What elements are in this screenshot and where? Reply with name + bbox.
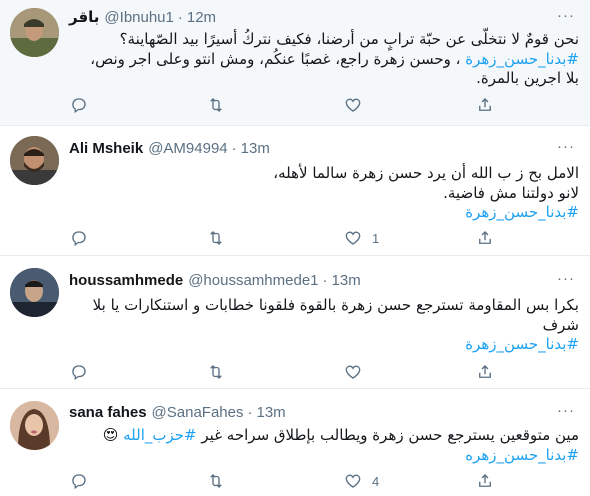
- separator-dot: ·: [247, 403, 253, 421]
- bearded-man-icon: [10, 136, 59, 185]
- share-button[interactable]: [468, 360, 502, 384]
- hashtag-link[interactable]: #بدنا_حسن_زهره: [69, 446, 579, 466]
- more-options-icon[interactable]: ···: [556, 139, 576, 156]
- retweet-button[interactable]: [199, 469, 336, 493]
- timestamp[interactable]: 13m: [332, 272, 361, 289]
- reply-icon: [62, 360, 96, 384]
- retweet-button[interactable]: [199, 93, 336, 117]
- author-handle[interactable]: @SanaFahes: [152, 404, 244, 421]
- heart-icon: [336, 360, 370, 384]
- tweet-line: لانو دولتنا مش فاضية.: [443, 183, 579, 202]
- avatar[interactable]: [10, 268, 59, 317]
- tweet-line: بكرا بس المقاومة تسترجع حسن زهرة بالقوة …: [92, 296, 579, 314]
- author-name[interactable]: باقر: [69, 8, 99, 26]
- like-button[interactable]: [336, 360, 473, 384]
- share-button[interactable]: [468, 469, 502, 493]
- tweet-text: بكرا بس المقاومة تسترجع حسن زهرة بالقوة …: [69, 296, 579, 355]
- retweet-icon: [199, 226, 233, 250]
- timeline-feed: باقر @Ibnuhu1 · 12m ··· نحن قومٌ لا نتخل…: [0, 0, 590, 496]
- tweet-header: Ali Msheik @AM94994 · 13m: [69, 138, 270, 158]
- avatar[interactable]: [10, 401, 59, 450]
- military-portrait-icon: [10, 8, 59, 57]
- tweet-text: نحن قومٌ لا نتخلّى عن حبّة ترابٍ من أرضن…: [69, 30, 579, 89]
- avatar[interactable]: [10, 136, 59, 185]
- man-portrait-icon: [10, 268, 59, 317]
- reply-button[interactable]: [62, 469, 199, 493]
- tweet-line: الامل بح ز ب الله أن يرد حسن زهرة سالما …: [273, 164, 579, 182]
- like-button[interactable]: 4: [336, 469, 473, 493]
- tweet-header: باقر @Ibnuhu1 · 12m: [69, 7, 216, 27]
- tweet-actions: [62, 360, 502, 384]
- hashtag-link[interactable]: #بدنا_حسن_زهرة: [69, 203, 579, 223]
- reply-button[interactable]: [62, 226, 199, 250]
- share-icon: [479, 231, 491, 244]
- author-handle[interactable]: @houssamhmede1: [188, 272, 318, 289]
- reply-button[interactable]: [62, 360, 199, 384]
- tweet-actions: 1: [62, 226, 502, 250]
- share-button[interactable]: [468, 93, 502, 117]
- more-options-icon[interactable]: ···: [556, 271, 576, 288]
- like-count: 4: [372, 473, 380, 489]
- like-button[interactable]: 1: [336, 226, 473, 250]
- retweet-icon: [199, 360, 233, 384]
- heart-icon: [336, 469, 370, 493]
- separator-dot: ·: [231, 139, 237, 157]
- avatar[interactable]: [10, 8, 59, 57]
- share-icon: [479, 98, 491, 111]
- timestamp[interactable]: 12m: [187, 9, 216, 26]
- retweet-button[interactable]: [199, 360, 336, 384]
- retweet-button[interactable]: [199, 226, 336, 250]
- tweet[interactable]: Ali Msheik @AM94994 · 13m ··· الامل بح ز…: [0, 126, 590, 256]
- tweet[interactable]: sana fahes @SanaFahes · 13m ··· مين متوق…: [0, 389, 590, 496]
- tweet-text: الامل بح ز ب الله أن يرد حسن زهرة سالما …: [69, 164, 579, 223]
- author-handle[interactable]: @AM94994: [148, 140, 227, 157]
- tweet[interactable]: houssamhmede @houssamhmede1 · 13m ··· بك…: [0, 256, 590, 389]
- reply-icon: [62, 226, 96, 250]
- reply-icon: [62, 469, 96, 493]
- reply-icon: [62, 93, 96, 117]
- share-button[interactable]: [468, 226, 502, 250]
- heart-icon: [336, 226, 370, 250]
- tweet[interactable]: باقر @Ibnuhu1 · 12m ··· نحن قومٌ لا نتخل…: [0, 0, 590, 126]
- author-handle[interactable]: @Ibnuhu1: [104, 9, 173, 26]
- share-icon: [479, 365, 491, 378]
- retweet-icon: [199, 469, 233, 493]
- reply-button[interactable]: [62, 93, 199, 117]
- like-count: 1: [372, 230, 380, 246]
- share-icon: [479, 474, 491, 487]
- author-name[interactable]: Ali Msheik: [69, 140, 143, 157]
- heart-icon: [336, 93, 370, 117]
- tweet-actions: 4: [62, 469, 502, 493]
- tweet-header: sana fahes @SanaFahes · 13m: [69, 402, 286, 422]
- tweet-line: مين متوقعين يسترجع حسن زهرة ويطالب بإطلا…: [102, 426, 579, 444]
- timestamp[interactable]: 13m: [257, 404, 286, 421]
- author-name[interactable]: sana fahes: [69, 404, 147, 421]
- hashtag-link[interactable]: #بدنا_حسن_زهرة: [69, 335, 579, 355]
- tweet-line: #بدنا_حسن_زهرة ، وحسن زهرة راجع، غصبًا ع…: [90, 49, 579, 68]
- author-name[interactable]: houssamhmede: [69, 272, 183, 289]
- like-button[interactable]: [336, 93, 473, 117]
- retweet-icon: [199, 93, 233, 117]
- tweet-line: شرف: [542, 315, 579, 334]
- hashtag-link[interactable]: #حزب_الله: [123, 426, 196, 444]
- timestamp[interactable]: 13m: [241, 140, 270, 157]
- separator-dot: ·: [322, 271, 328, 289]
- more-options-icon[interactable]: ···: [556, 8, 576, 25]
- tweet-text: مين متوقعين يسترجع حسن زهرة ويطالب بإطلا…: [69, 426, 579, 465]
- more-options-icon[interactable]: ···: [556, 403, 576, 420]
- hashtag-link[interactable]: #بدنا_حسن_زهرة: [465, 50, 579, 68]
- woman-portrait-icon: [10, 401, 59, 450]
- tweet-line: بلا اجرين بالمرة.: [476, 69, 579, 87]
- tweet-line: نحن قومٌ لا نتخلّى عن حبّة ترابٍ من أرضن…: [119, 30, 579, 48]
- tweet-header: houssamhmede @houssamhmede1 · 13m: [69, 270, 361, 290]
- separator-dot: ·: [177, 8, 183, 26]
- tweet-actions: [62, 93, 502, 117]
